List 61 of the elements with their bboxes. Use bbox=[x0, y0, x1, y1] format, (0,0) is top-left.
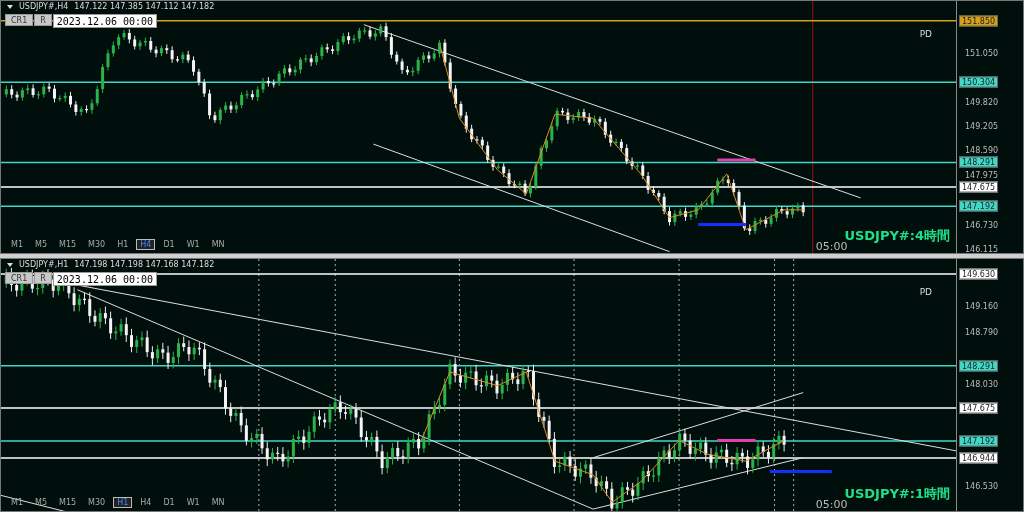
dropdown-icon[interactable] bbox=[7, 262, 13, 267]
quote-text: 147.122 147.385 147.112 147.182 bbox=[74, 2, 215, 11]
timeframe-button[interactable]: D1 bbox=[159, 239, 179, 250]
timeframe-button[interactable]: MN bbox=[207, 497, 229, 508]
date-field[interactable]: 2023.12.06 00:00 bbox=[52, 272, 157, 286]
timeframe-button[interactable]: H4 bbox=[136, 497, 156, 508]
timeframe-button[interactable]: W1 bbox=[182, 239, 204, 250]
corner-label: PD bbox=[919, 29, 932, 39]
price-tag: 146.944 bbox=[959, 452, 999, 464]
axis-tick-label: 149.160 bbox=[965, 301, 999, 311]
resistance-marker bbox=[717, 158, 756, 162]
dropdown-icon[interactable] bbox=[7, 4, 13, 9]
time-label: 05:00 bbox=[815, 240, 848, 253]
timeframe-button[interactable]: M5 bbox=[31, 239, 51, 250]
support-marker bbox=[769, 469, 832, 473]
timeframe-button[interactable]: M15 bbox=[55, 239, 81, 250]
support-marker bbox=[698, 223, 746, 227]
symbol-label: USDJPY#,H1 bbox=[19, 260, 69, 269]
price-tag: 147.675 bbox=[959, 181, 999, 193]
chart-button[interactable]: CR1 bbox=[5, 14, 34, 26]
resistance-marker bbox=[717, 439, 756, 443]
price-tag: 149.630 bbox=[959, 268, 999, 280]
timeframe-button[interactable]: H1 bbox=[113, 239, 133, 250]
timeframe-button[interactable]: M1 bbox=[7, 239, 27, 250]
chart-button[interactable]: R bbox=[34, 14, 52, 26]
axis-tick-label: 148.030 bbox=[965, 379, 999, 389]
timeframe-button[interactable]: M5 bbox=[31, 497, 51, 508]
symbol-label: USDJPY#,H4 bbox=[19, 2, 69, 11]
chart-title: USDJPY#:4時間 bbox=[844, 227, 950, 243]
price-tag: 148.291 bbox=[959, 360, 999, 372]
axis-tick-label: 146.115 bbox=[965, 244, 999, 254]
price-tag: 151.850 bbox=[959, 15, 999, 27]
chart-button[interactable]: R bbox=[34, 272, 52, 284]
axis-tick-label: 146.530 bbox=[965, 482, 999, 491]
corner-label: PD bbox=[919, 287, 932, 297]
timeframe-button[interactable]: H1 bbox=[113, 497, 133, 508]
timeframe-button[interactable]: M30 bbox=[84, 497, 110, 508]
timeframe-button[interactable]: D1 bbox=[159, 497, 179, 508]
timeframe-button[interactable]: H4 bbox=[136, 239, 156, 250]
price-tag: 147.675 bbox=[959, 402, 999, 414]
axis-tick-label: 148.790 bbox=[965, 327, 999, 337]
timeframe-button[interactable]: M15 bbox=[55, 497, 81, 508]
axis-tick-label: 149.820 bbox=[965, 97, 999, 106]
chart-button[interactable]: CR1 bbox=[5, 272, 34, 284]
time-label: 05:00 bbox=[815, 498, 848, 511]
timeframe-button[interactable]: MN bbox=[207, 239, 229, 250]
price-tag: 147.192 bbox=[959, 435, 999, 447]
axis-tick-label: 148.590 bbox=[965, 146, 999, 155]
timeframe-button[interactable]: M1 bbox=[7, 497, 27, 508]
price-tag: 147.192 bbox=[959, 200, 999, 212]
axis-tick-label: 146.730 bbox=[965, 220, 999, 230]
timeframe-button[interactable]: M30 bbox=[84, 239, 110, 250]
axis-tick-label: 149.205 bbox=[965, 121, 999, 131]
axis-tick-label: 151.050 bbox=[965, 48, 999, 58]
price-tag: 148.291 bbox=[959, 156, 999, 168]
chart-title: USDJPY#:1時間 bbox=[844, 485, 950, 501]
price-tag: 150.304 bbox=[959, 76, 999, 88]
timeframe-button[interactable]: W1 bbox=[182, 497, 204, 508]
axis-tick-label: 147.975 bbox=[965, 170, 999, 180]
quote-text: 147.198 147.198 147.168 147.182 bbox=[74, 260, 215, 269]
date-field[interactable]: 2023.12.06 00:00 bbox=[52, 14, 157, 28]
